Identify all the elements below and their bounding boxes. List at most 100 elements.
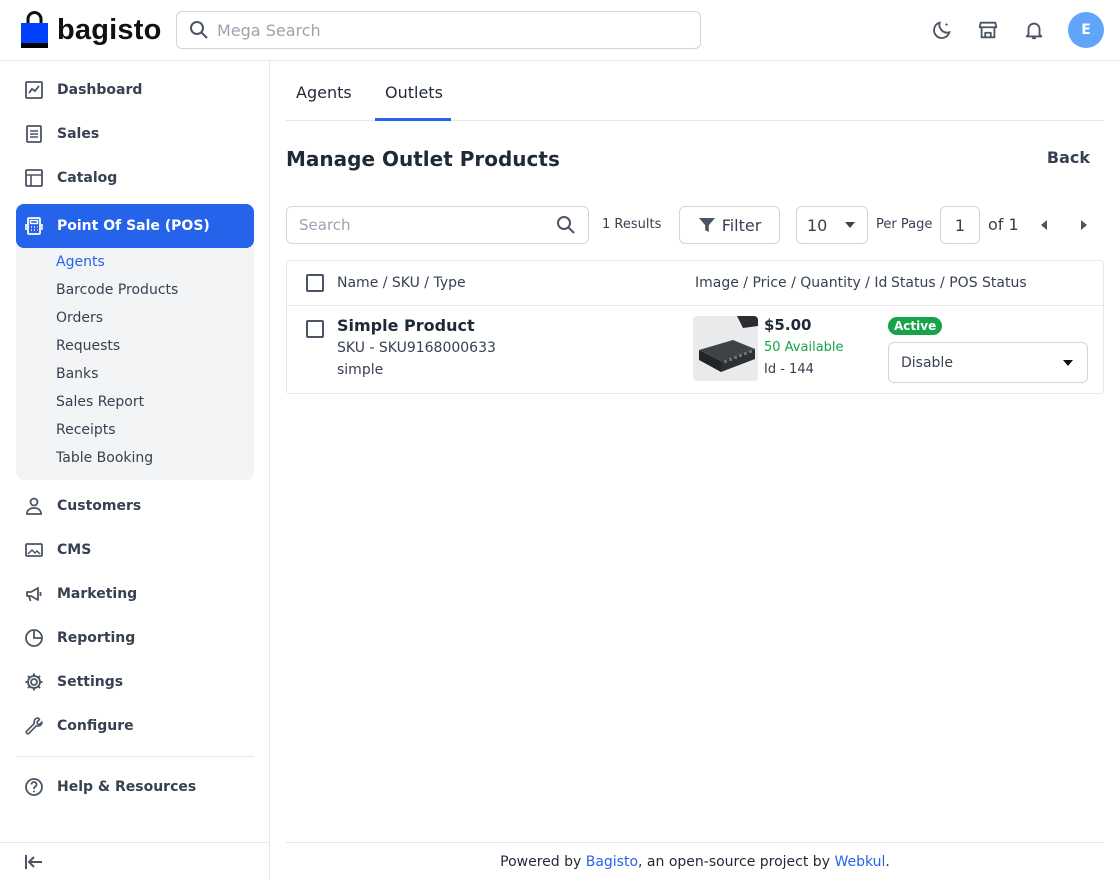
webkul-link[interactable]: Webkul xyxy=(834,854,885,870)
sidebar-item-label: Customers xyxy=(57,498,142,514)
sidebar-item-cms[interactable]: CMS xyxy=(16,528,254,572)
brand-logo[interactable]: bagisto xyxy=(20,11,162,49)
sidebar-item-configure[interactable]: Configure xyxy=(16,704,254,748)
sidebar-subitem-barcode-products[interactable]: Barcode Products xyxy=(56,282,178,298)
pos-icon xyxy=(23,215,45,237)
sidebar-item-settings[interactable]: Settings xyxy=(16,660,254,704)
sidebar-item-marketing[interactable]: Marketing xyxy=(16,572,254,616)
sidebar-item-dashboard[interactable]: Dashboard xyxy=(16,68,254,112)
sidebar-item-customers[interactable]: Customers xyxy=(16,484,254,528)
sidebar-item-label: Catalog xyxy=(57,170,118,186)
prev-page-button[interactable] xyxy=(1036,217,1052,233)
sidebar-item-label: Point Of Sale (POS) xyxy=(57,218,210,234)
page-number-input[interactable] xyxy=(940,206,980,244)
product-type: simple xyxy=(337,362,384,378)
product-price: $5.00 xyxy=(764,316,812,334)
sidebar-item-label: Sales xyxy=(57,126,100,142)
datagrid-search-box[interactable] xyxy=(286,206,589,244)
sidebar-subitem-receipts[interactable]: Receipts xyxy=(56,422,116,438)
shopping-bag-icon xyxy=(21,11,48,48)
sidebar-item-label: Settings xyxy=(57,674,124,690)
sidebar-subitem-banks[interactable]: Banks xyxy=(56,366,98,382)
user-avatar[interactable]: E xyxy=(1068,12,1104,48)
customers-icon xyxy=(23,495,45,517)
main-content: Agents Outlets Manage Outlet Products Ba… xyxy=(286,61,1104,394)
per-page-select[interactable]: 10 xyxy=(796,206,868,244)
sidebar-item-pos[interactable]: Point Of Sale (POS) xyxy=(16,204,254,248)
sidebar-item-label: CMS xyxy=(57,542,92,558)
next-page-button[interactable] xyxy=(1076,217,1092,233)
back-button[interactable]: Back xyxy=(1047,148,1090,167)
sidebar-subitem-orders[interactable]: Orders xyxy=(56,310,103,326)
footer-suffix: . xyxy=(885,854,890,870)
cms-icon xyxy=(23,539,45,561)
bell-icon[interactable] xyxy=(1022,18,1046,42)
tab-agents[interactable]: Agents xyxy=(296,83,352,102)
sidebar-subitem-requests[interactable]: Requests xyxy=(56,338,120,354)
sidebar-collapse-toggle[interactable] xyxy=(0,842,270,880)
caret-down-icon xyxy=(845,222,855,228)
sidebar-item-label: Marketing xyxy=(57,586,138,602)
configure-icon xyxy=(23,715,45,737)
brand-name: bagisto xyxy=(57,13,162,46)
filter-button[interactable]: Filter xyxy=(679,206,780,244)
footer-middle: , an open-source project by xyxy=(638,854,835,870)
sidebar-item-reporting[interactable]: Reporting xyxy=(16,616,254,660)
bagisto-link[interactable]: Bagisto xyxy=(586,854,638,870)
active-tab-indicator xyxy=(375,118,451,121)
tab-outlets[interactable]: Outlets xyxy=(385,83,443,102)
product-id: Id - 144 xyxy=(764,362,814,377)
row-checkbox[interactable] xyxy=(306,320,324,338)
mega-search-input[interactable] xyxy=(217,20,677,40)
filter-label: Filter xyxy=(721,215,762,235)
total-pages-label: of 1 xyxy=(988,215,1019,234)
caret-right-icon xyxy=(1081,220,1087,230)
pos-status-select[interactable]: Disable xyxy=(888,342,1088,383)
sidebar-divider xyxy=(16,756,254,757)
sidebar: Dashboard Sales Catalog Point Of Sale (P… xyxy=(0,61,270,880)
sidebar-subitem-agents[interactable]: Agents xyxy=(56,254,105,270)
sidebar-item-catalog[interactable]: Catalog xyxy=(16,156,254,200)
product-sku: SKU - SKU9168000633 xyxy=(337,340,496,356)
settings-icon xyxy=(23,671,45,693)
caret-down-icon xyxy=(1063,359,1073,366)
per-page-value: 10 xyxy=(807,215,828,235)
storefront-icon[interactable] xyxy=(976,18,1000,42)
sidebar-item-label: Reporting xyxy=(57,630,136,646)
tab-bar: Agents Outlets xyxy=(286,61,1104,121)
datagrid-toolbar: 1 Results Filter 10 Per Page of 1 xyxy=(286,205,1104,245)
sidebar-subitem-sales-report[interactable]: Sales Report xyxy=(56,394,144,410)
datagrid-search-input[interactable] xyxy=(299,216,539,234)
table-header: Name / SKU / Type Image / Price / Quanti… xyxy=(287,261,1103,306)
product-name: Simple Product xyxy=(337,316,475,335)
column-header-status[interactable]: Status / POS Status xyxy=(891,275,1027,291)
collapse-left-icon xyxy=(25,854,42,869)
mega-search-box[interactable] xyxy=(176,11,701,49)
dark-mode-icon[interactable] xyxy=(930,18,954,42)
network-switch-image xyxy=(693,316,758,381)
column-header-name[interactable]: Name / SKU / Type xyxy=(337,275,466,291)
sidebar-item-help[interactable]: Help & Resources xyxy=(16,765,254,809)
help-icon xyxy=(23,776,45,798)
product-quantity: 50 Available xyxy=(764,340,844,355)
status-badge: Active xyxy=(888,317,943,335)
reporting-icon xyxy=(23,627,45,649)
top-header: bagisto E xyxy=(0,0,1120,61)
sidebar-item-label: Configure xyxy=(57,718,134,734)
search-icon[interactable] xyxy=(556,215,576,235)
caret-left-icon xyxy=(1041,220,1047,230)
filter-icon xyxy=(698,218,715,232)
page-footer: Powered by Bagisto, an open-source proje… xyxy=(286,842,1104,880)
catalog-icon xyxy=(23,167,45,189)
select-all-checkbox[interactable] xyxy=(306,274,324,292)
per-page-label: Per Page xyxy=(876,217,933,232)
sidebar-item-sales[interactable]: Sales xyxy=(16,112,254,156)
marketing-icon xyxy=(23,583,45,605)
column-header-image[interactable]: Image / Price / Quantity / Id xyxy=(695,275,887,291)
footer-prefix: Powered by xyxy=(500,854,586,870)
header-actions: E xyxy=(930,12,1104,48)
results-count: 1 Results xyxy=(602,217,662,232)
dashboard-icon xyxy=(23,79,45,101)
sales-icon xyxy=(23,123,45,145)
sidebar-subitem-table-booking[interactable]: Table Booking xyxy=(56,450,153,466)
